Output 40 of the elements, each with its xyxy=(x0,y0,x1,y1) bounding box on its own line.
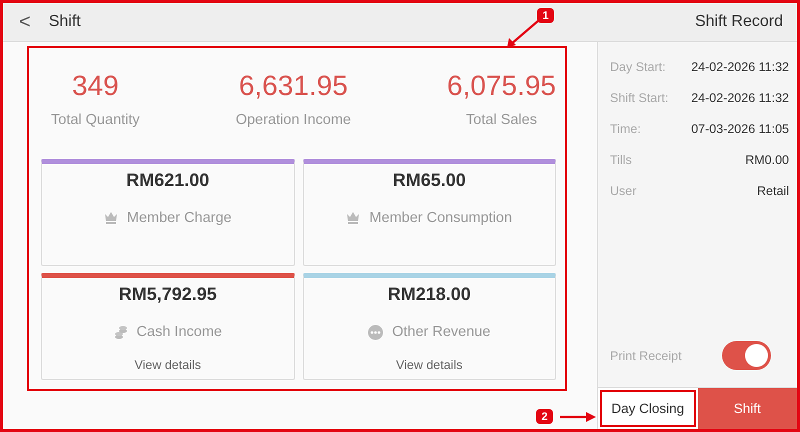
card-label: Member Consumption xyxy=(369,210,512,226)
annotation-badge: 1 xyxy=(537,8,554,23)
record-label: Day Start: xyxy=(610,60,666,74)
card-amount: RM5,792.95 xyxy=(118,284,217,305)
stat-label: Total Quantity xyxy=(51,112,140,128)
print-receipt-toggle[interactable] xyxy=(722,341,771,370)
more-icon xyxy=(368,324,384,340)
view-details-link[interactable]: View details xyxy=(134,358,201,372)
annotation-arrow xyxy=(559,411,597,423)
stat-label: Operation Income xyxy=(236,112,351,128)
annotation-badge: 2 xyxy=(536,409,553,424)
record-value: RM0.00 xyxy=(745,152,789,166)
print-receipt-label: Print Receipt xyxy=(610,348,682,362)
record-value: 24-02-2026 11:32 xyxy=(691,60,789,74)
stat-value: 6,631.95 xyxy=(238,70,348,102)
card-amount: RM218.00 xyxy=(388,284,471,305)
record-value: 07-03-2026 11:05 xyxy=(691,122,789,136)
stat-value: 349 xyxy=(72,70,119,102)
stat-value: 6,075.95 xyxy=(447,70,556,102)
stat-label: Total Sales xyxy=(466,112,537,128)
panel-title: Shift Record xyxy=(694,13,783,31)
record-label: Shift Start: xyxy=(610,90,668,104)
card-label: Other Revenue xyxy=(392,324,490,340)
card-amount: RM621.00 xyxy=(126,170,210,191)
back-button[interactable]: < xyxy=(15,10,35,34)
card-label: Cash Income xyxy=(136,324,222,340)
card-amount: RM65.00 xyxy=(392,170,466,191)
record-label: Time: xyxy=(610,122,641,136)
card-label: Member Charge xyxy=(126,210,232,226)
record-value: 24-02-2026 11:32 xyxy=(691,90,789,104)
record-label: User xyxy=(610,184,636,198)
crown-icon xyxy=(104,211,118,225)
crown-icon xyxy=(346,211,360,225)
page-title: Shift xyxy=(48,13,81,31)
view-details-link[interactable]: View details xyxy=(396,358,462,372)
shift-button[interactable]: Shift xyxy=(698,388,797,429)
record-value: Retail xyxy=(757,184,789,198)
day-closing-button[interactable]: Day Closing xyxy=(598,388,698,429)
record-label: Tills xyxy=(610,152,632,166)
coins-icon xyxy=(114,324,128,340)
